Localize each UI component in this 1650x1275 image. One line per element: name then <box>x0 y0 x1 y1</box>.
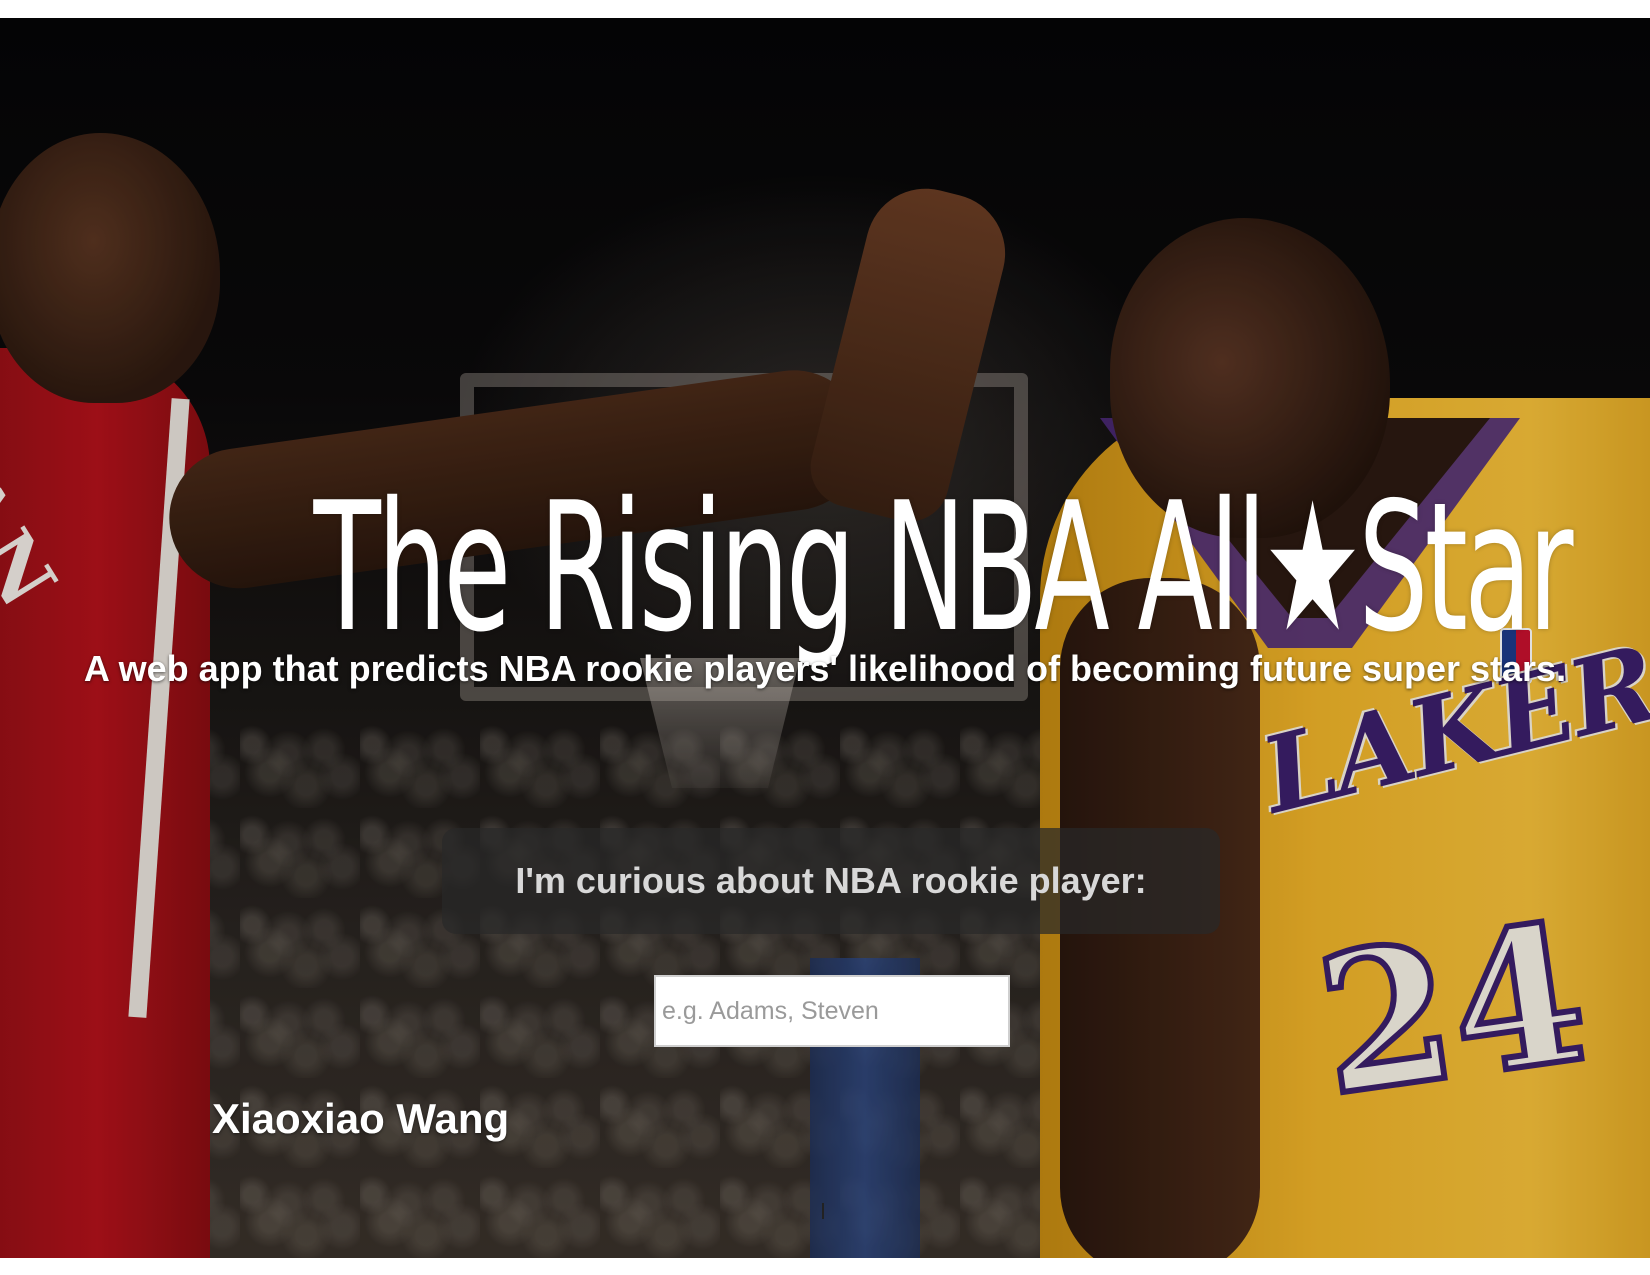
search-prompt-label: I'm curious about NBA rookie player: <box>515 860 1147 901</box>
player-search-input[interactable] <box>654 975 1010 1047</box>
page: AN LAKERS 24 The Rising NBA All★Star A w… <box>0 0 1650 1275</box>
author-name: Xiaoxiao Wang <box>212 1095 510 1142</box>
text-cursor <box>822 1203 824 1219</box>
page-title: The Rising NBA All★Star <box>313 464 1574 672</box>
page-subtitle: A web app that predicts NBA rookie playe… <box>83 648 1567 689</box>
search-prompt-box: I'm curious about NBA rookie player: <box>442 828 1220 934</box>
